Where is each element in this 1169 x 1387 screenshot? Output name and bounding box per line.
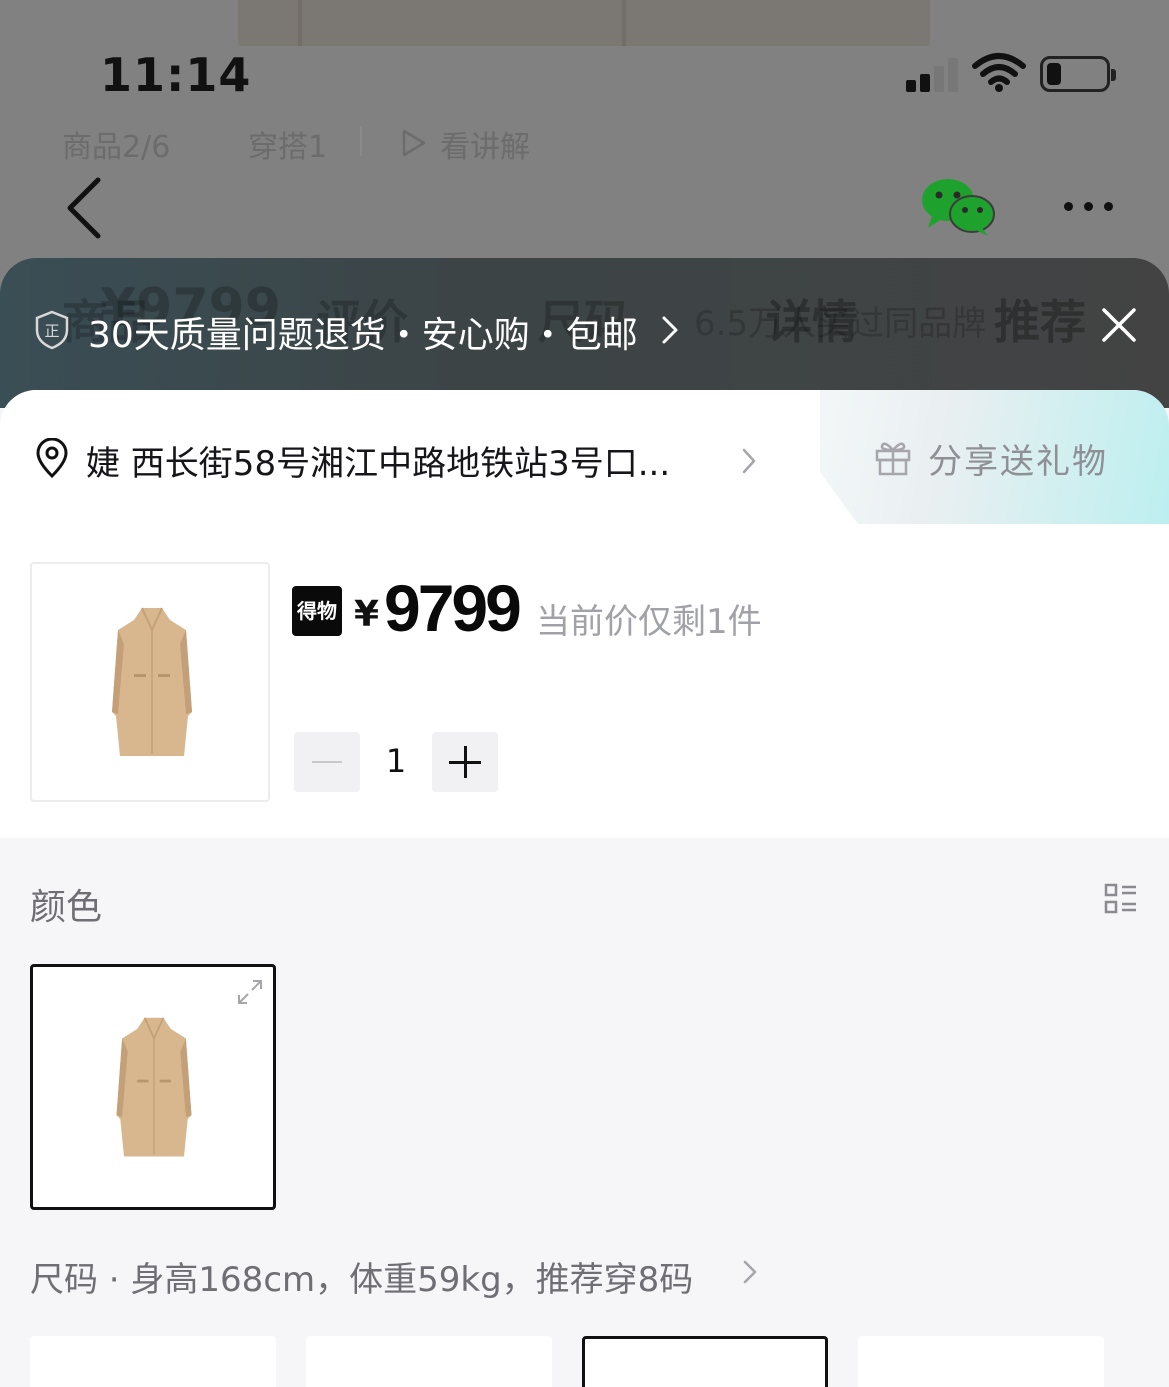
tab-divider bbox=[360, 126, 362, 156]
gift-icon bbox=[875, 442, 911, 476]
stock-note: 当前价仅剩1件 bbox=[536, 602, 762, 642]
coat-image bbox=[116, 1017, 192, 1157]
more-options-icon[interactable] bbox=[1062, 200, 1118, 214]
signal-icon bbox=[906, 56, 960, 92]
color-option-selected[interactable] bbox=[30, 964, 276, 1210]
product-thumbnail[interactable] bbox=[30, 562, 270, 802]
coat-image bbox=[112, 607, 192, 756]
size-option-selected[interactable] bbox=[582, 1336, 828, 1387]
share-gift-label[interactable]: 分享送礼物 bbox=[928, 434, 1108, 483]
wifi-icon bbox=[972, 53, 1026, 92]
list-view-icon[interactable] bbox=[1104, 882, 1138, 916]
battery-icon bbox=[1040, 56, 1116, 92]
tab-product-index[interactable]: 商品2/6 bbox=[62, 122, 170, 166]
size-option[interactable] bbox=[858, 1336, 1104, 1387]
dewu-brand-logo: 得物 bbox=[292, 586, 342, 636]
wechat-share-icon[interactable] bbox=[918, 176, 998, 238]
guarantee-banner[interactable]: 商品 ¥9799 评价 尺码 6.5万人买过同品牌 详情 推荐 正 30天质量问… bbox=[0, 258, 1169, 408]
quantity-increase-button[interactable] bbox=[432, 732, 498, 792]
quantity-decrease-button[interactable] bbox=[294, 732, 360, 792]
shield-badge: 正 bbox=[44, 322, 59, 340]
tab-explain[interactable]: 看讲解 bbox=[440, 122, 530, 166]
color-section-title: 颜色 bbox=[30, 887, 103, 928]
ghost-nav-details: 详情 bbox=[766, 295, 858, 349]
close-icon[interactable] bbox=[1100, 306, 1138, 344]
size-option[interactable] bbox=[30, 1336, 276, 1387]
size-option[interactable] bbox=[306, 1336, 552, 1387]
size-section-title[interactable]: 尺码 · 身高168cm，体重59kg，推荐穿8码 bbox=[30, 1252, 693, 1301]
currency-symbol: ¥ bbox=[354, 594, 380, 635]
location-pin-icon bbox=[36, 438, 68, 478]
play-icon bbox=[402, 129, 426, 157]
status-time: 11:14 bbox=[100, 48, 252, 102]
purchase-sheet: 分享送礼物 婕 西长街58号湘江中路地铁站3号口... 得物 ¥ 9799 当前… bbox=[0, 390, 1169, 838]
ghost-nav-recommend: 推荐 bbox=[994, 295, 1086, 349]
chevron-right-icon[interactable] bbox=[740, 446, 758, 476]
back-arrow-icon[interactable] bbox=[62, 176, 108, 240]
expand-icon[interactable] bbox=[235, 977, 265, 1007]
chevron-right-icon bbox=[662, 316, 678, 344]
chevron-right-icon[interactable] bbox=[742, 1258, 758, 1286]
tab-outfit[interactable]: 穿搭1 bbox=[248, 122, 327, 166]
delivery-address[interactable]: 婕 西长街58号湘江中路地铁站3号口... bbox=[86, 436, 706, 485]
guarantee-text: 30天质量问题退货・安心购・包邮 bbox=[88, 315, 638, 356]
shield-icon: 正 bbox=[35, 310, 69, 350]
quantity-value[interactable]: 1 bbox=[380, 742, 412, 780]
price: 9799 bbox=[384, 571, 522, 645]
